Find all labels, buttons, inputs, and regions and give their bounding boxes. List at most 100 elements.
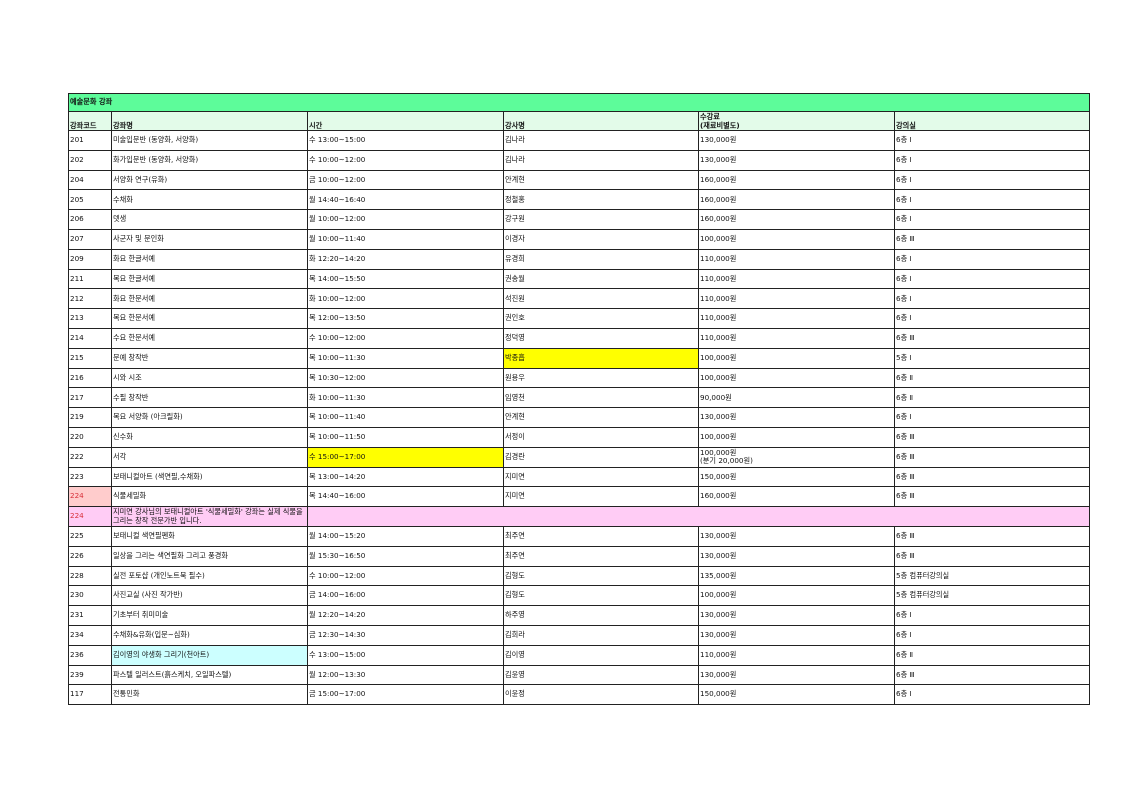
table-row: 225 보태니컬 색연필펜화 월 14:00~15:20 최주연 130,000원 6층 … <box>68 525 1090 547</box>
cell-time: 수 10:00~12:00 <box>307 149 504 171</box>
cell-name: 김이영의 야생화 그리기(천아트) <box>111 644 308 666</box>
cell-code: 209 <box>68 248 112 270</box>
cell-teacher: 이윤정 <box>503 684 699 706</box>
cell-code: 222 <box>68 446 112 468</box>
cell-name: 수필 창작반 <box>111 387 308 409</box>
cell-teacher: 안계현 <box>503 407 699 428</box>
table-row: 220 신수화 목 10:00~11:50 서정이 100,000원 6층 Ⅲ <box>68 426 1090 448</box>
cell-teacher: 최주연 <box>503 525 699 547</box>
cell-name: 기초부터 취미미술 <box>111 605 308 626</box>
header-name: 강좌명 <box>111 111 308 131</box>
table-row: 214 수요 한문서예 수 10:00~12:00 정덕영 110,000원 6층 Ⅲ <box>68 327 1090 349</box>
table-row: 117 전통민화 금 15:00~17:00 이윤정 150,000원 6층 Ⅰ <box>68 684 1090 706</box>
cell-code: 239 <box>68 664 112 686</box>
table-row: 222 서각 수 15:00~17:00 김경란 100,000원 (분기 20,000원… <box>68 446 1090 468</box>
cell-name: 수요 한문서예 <box>111 327 308 349</box>
cell-name: 목요 서양화 (아크릴화) <box>111 407 308 428</box>
cell-room: 6층 Ⅲ <box>894 426 1090 448</box>
cell-code: 202 <box>68 149 112 171</box>
cell-name: 목요 한문서예 <box>111 308 308 329</box>
cell-name: 사진교실 (사진 작가반) <box>111 585 308 607</box>
cell-room: 6층 Ⅲ <box>894 664 1090 686</box>
cell-code: 225 <box>68 525 112 547</box>
table-row: 206 뎃생 월 10:00~12:00 강구원 160,000원 6층 Ⅰ <box>68 209 1090 230</box>
header-fee-line2: (재료비별도) <box>700 120 740 130</box>
cell-time: 수 10:00~12:00 <box>307 327 504 349</box>
cell-fee: 130,000원 <box>698 525 895 547</box>
cell-name: 일상을 그리는 색연필화 그리고 풍경화 <box>111 545 308 567</box>
cell-fee: 160,000원 <box>698 189 895 211</box>
cell-code: 215 <box>68 347 112 369</box>
cell-time: 월 12:20~14:20 <box>307 605 504 626</box>
cell-time: 목 12:00~13:50 <box>307 308 504 329</box>
cell-fee: 90,000원 <box>698 387 895 409</box>
cell-name: 서각 <box>111 446 308 468</box>
table-row: 231 기초부터 취미미술 월 12:20~14:20 하주영 130,000원 6층 Ⅰ <box>68 605 1090 626</box>
cell-name: 신수화 <box>111 426 308 448</box>
cell-teacher: 김나라 <box>503 149 699 171</box>
header-fee: 수강료 (재료비별도) <box>698 111 895 131</box>
cell-name: 뎃생 <box>111 209 308 230</box>
cell-code: 117 <box>68 684 112 706</box>
table-title: 예술문화 강좌 <box>68 93 1090 112</box>
cell-name: 화가입문반 (동양화, 서양화) <box>111 149 308 171</box>
cell-fee: 110,000원 <box>698 268 895 290</box>
cell-code: 224 <box>68 486 112 508</box>
cell-teacher: 김희라 <box>503 624 699 646</box>
cell-code: 201 <box>68 130 112 151</box>
cell-room: 6층 Ⅲ <box>894 545 1090 567</box>
cell-room: 6층 Ⅲ <box>894 228 1090 250</box>
cell-name: 수채화&유화(입문~심화) <box>111 624 308 646</box>
table-row: 211 목요 한글서예 목 14:00~15:50 권송월 110,000원 6층 Ⅰ <box>68 268 1090 290</box>
note-code: 224 <box>68 506 112 527</box>
cell-fee: 150,000원 <box>698 466 895 488</box>
cell-room: 6층 Ⅰ <box>894 268 1090 290</box>
cell-teacher: 권인호 <box>503 308 699 329</box>
cell-teacher: 김형도 <box>503 585 699 607</box>
cell-room: 6층 Ⅰ <box>894 130 1090 151</box>
cell-code: 219 <box>68 407 112 428</box>
cell-teacher: 김형도 <box>503 565 699 587</box>
cell-fee: 110,000원 <box>698 248 895 270</box>
table-row: 202 화가입문반 (동양화, 서양화) 수 10:00~12:00 김나라 130,0… <box>68 149 1090 171</box>
cell-name: 전통민화 <box>111 684 308 706</box>
header-row: 강좌코드 강좌명 시간 강사명 수강료 (재료비별도) 강의실 <box>68 111 1090 131</box>
cell-time: 목 14:40~16:00 <box>307 486 504 508</box>
cell-name: 시와 시조 <box>111 367 308 389</box>
table-row: 239 파스텔 일러스트(흙스케치, 오일파스텔) 월 12:00~13:30 김윤영… <box>68 664 1090 686</box>
cell-code: 216 <box>68 367 112 389</box>
cell-name: 서양화 연구(유화) <box>111 169 308 191</box>
cell-code: 214 <box>68 327 112 349</box>
cell-name: 문예 창작반 <box>111 347 308 369</box>
note-text-content: 지미연 강사님의 보태니컬아트 '식물세밀화' 강좌는 실제 식물을 그리는 창… <box>113 507 303 525</box>
table-row: 223 보태니컬아트 (색연필,수채화) 목 13:00~14:20 지미연 150,0… <box>68 466 1090 488</box>
cell-name: 목요 한글서예 <box>111 268 308 290</box>
cell-time: 수 15:00~17:00 <box>307 446 504 468</box>
header-teacher: 강사명 <box>503 111 699 131</box>
cell-time: 월 14:00~15:20 <box>307 525 504 547</box>
cell-name: 수채화 <box>111 189 308 211</box>
cell-teacher: 권송월 <box>503 268 699 290</box>
cell-room: 5층 Ⅰ <box>894 347 1090 369</box>
cell-fee: 100,000원 <box>698 367 895 389</box>
course-table: 예술문화 강좌 강좌코드 강좌명 시간 강사명 수강료 (재료비별도) 강의실 2… <box>68 93 1090 706</box>
table-row: 213 목요 한문서예 목 12:00~13:50 권인호 110,000원 6층 Ⅰ <box>68 308 1090 329</box>
table-row: 236 김이영의 야생화 그리기(천아트) 수 13:00~15:00 김이영 110,… <box>68 644 1090 666</box>
table-row: 230 사진교실 (사진 작가반) 금 14:00~16:00 김형도 100,000원… <box>68 585 1090 607</box>
cell-time: 목 13:00~14:20 <box>307 466 504 488</box>
table-row: 226 일상을 그리는 색연필화 그리고 풍경화 월 15:30~16:50 최주연 1… <box>68 545 1090 567</box>
cell-room: 6층 Ⅰ <box>894 308 1090 329</box>
header-code: 강좌코드 <box>68 111 112 131</box>
cell-code: 213 <box>68 308 112 329</box>
header-room: 강의실 <box>894 111 1090 131</box>
cell-room: 6층 Ⅰ <box>894 169 1090 191</box>
cell-time: 월 10:00~12:00 <box>307 209 504 230</box>
cell-code: 234 <box>68 624 112 646</box>
cell-fee: 130,000원 <box>698 149 895 171</box>
cell-room: 6층 Ⅲ <box>894 466 1090 488</box>
cell-code: 211 <box>68 268 112 290</box>
cell-teacher: 임영천 <box>503 387 699 409</box>
cell-time: 화 12:20~14:20 <box>307 248 504 270</box>
cell-name: 미술입문반 (동양화, 서양화) <box>111 130 308 151</box>
cell-teacher: 김윤영 <box>503 664 699 686</box>
